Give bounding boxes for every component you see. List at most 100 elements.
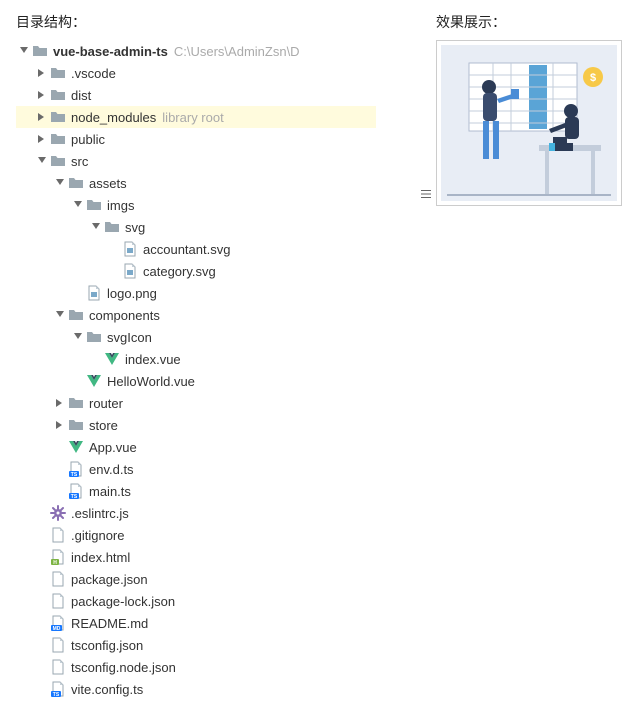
ts-icon (68, 461, 84, 477)
tree-node-label: vue-base-admin-ts (53, 44, 168, 59)
tree-node-env-d-ts[interactable]: env.d.ts (16, 458, 376, 480)
chevron-down-icon[interactable] (54, 309, 66, 321)
file-icon (50, 527, 66, 543)
chevron-down-icon[interactable] (18, 45, 30, 57)
tree-node--vscode[interactable]: .vscode (16, 62, 376, 84)
tree-node-label: category.svg (143, 264, 216, 279)
tree-node--eslintrc-js[interactable]: .eslintrc.js (16, 502, 376, 524)
accountant-illustration: $ (441, 45, 617, 201)
tree-node-label: components (89, 308, 160, 323)
tree-node-assets[interactable]: assets (16, 172, 376, 194)
folder-icon (68, 175, 84, 191)
tree-node-suffix: library root (162, 110, 223, 125)
tree-node-components[interactable]: components (16, 304, 376, 326)
chevron-right-icon[interactable] (54, 419, 66, 431)
folder-icon (86, 329, 102, 345)
tree-node-vite-config-ts[interactable]: vite.config.ts (16, 678, 376, 700)
directory-tree-panel: 目录结构： vue-base-admin-tsC:\Users\AdminZsn… (16, 12, 376, 700)
svg-text:$: $ (590, 72, 596, 84)
tree-node-label: package.json (71, 572, 148, 587)
tree-node-readme-md[interactable]: README.md (16, 612, 376, 634)
html-icon (50, 549, 66, 565)
tree-node-tsconfig-node-json[interactable]: tsconfig.node.json (16, 656, 376, 678)
file-tree: vue-base-admin-ts C:\Users\AdminZsn\D .vsc… (16, 40, 376, 700)
folder-icon (50, 131, 66, 147)
tree-node-label: svgIcon (107, 330, 152, 345)
vue-icon (86, 373, 102, 389)
chevron-down-icon[interactable] (90, 221, 102, 233)
folder-icon (68, 395, 84, 411)
tree-node-label: node_modules (71, 110, 156, 125)
tree-node-label: public (71, 132, 105, 147)
vue-icon (68, 439, 84, 455)
tree-node-label: index.vue (125, 352, 181, 367)
tree-node-label: .eslintrc.js (71, 506, 129, 521)
tree-node-index-html[interactable]: index.html (16, 546, 376, 568)
chevron-right-icon[interactable] (36, 111, 48, 123)
file-img-icon (122, 263, 138, 279)
preview-heading: 效果展示： (436, 12, 636, 32)
tree-node-src[interactable]: src (16, 150, 376, 172)
tree-node-helloworld-vue[interactable]: HelloWorld.vue (16, 370, 376, 392)
preview-panel: 效果展示： $ (436, 12, 636, 700)
folder-icon (68, 417, 84, 433)
tree-node-label: imgs (107, 198, 134, 213)
chevron-right-icon[interactable] (36, 67, 48, 79)
folder-icon (68, 307, 84, 323)
tree-node-label: logo.png (107, 286, 157, 301)
chevron-down-icon[interactable] (36, 155, 48, 167)
preview-image-frame: $ (436, 40, 622, 206)
tree-node-public[interactable]: public (16, 128, 376, 150)
chevron-down-icon[interactable] (72, 331, 84, 343)
chevron-down-icon[interactable] (54, 177, 66, 189)
tree-node-logo-png[interactable]: logo.png (16, 282, 376, 304)
tree-node-label: README.md (71, 616, 148, 631)
tree-node-label: dist (71, 88, 91, 103)
file-icon (50, 637, 66, 653)
tree-node-router[interactable]: router (16, 392, 376, 414)
tree-node-label: svg (125, 220, 145, 235)
tree-node-imgs[interactable]: imgs (16, 194, 376, 216)
tree-node-node-modules[interactable]: node_modules library root (16, 106, 376, 128)
tree-node-svgicon[interactable]: svgIcon (16, 326, 376, 348)
file-icon (50, 571, 66, 587)
vue-icon (104, 351, 120, 367)
tree-node-label: assets (89, 176, 127, 191)
tree-node-store[interactable]: store (16, 414, 376, 436)
tree-node-main-ts[interactable]: main.ts (16, 480, 376, 502)
tree-node-label: env.d.ts (89, 462, 134, 477)
ts-icon (68, 483, 84, 499)
chevron-right-icon[interactable] (54, 397, 66, 409)
md-icon (50, 615, 66, 631)
file-img-icon (86, 285, 102, 301)
chevron-right-icon[interactable] (36, 89, 48, 101)
tree-node-label: router (89, 396, 123, 411)
tree-node-dist[interactable]: dist (16, 84, 376, 106)
tree-node-label: accountant.svg (143, 242, 230, 257)
tree-node-label: .vscode (71, 66, 116, 81)
tree-node-label: package-lock.json (71, 594, 175, 609)
tree-node-app-vue[interactable]: App.vue (16, 436, 376, 458)
tree-node-label: index.html (71, 550, 130, 565)
tree-node-package-json[interactable]: package.json (16, 568, 376, 590)
folder-icon (50, 153, 66, 169)
chevron-down-icon[interactable] (72, 199, 84, 211)
tree-node-svg[interactable]: svg (16, 216, 376, 238)
tree-node-vue-base-admin-ts[interactable]: vue-base-admin-ts C:\Users\AdminZsn\D (16, 40, 376, 62)
tree-node-index-vue[interactable]: index.vue (16, 348, 376, 370)
tree-node--gitignore[interactable]: .gitignore (16, 524, 376, 546)
tree-node-category-svg[interactable]: category.svg (16, 260, 376, 282)
tree-node-suffix: C:\Users\AdminZsn\D (174, 44, 300, 59)
tree-node-label: main.ts (89, 484, 131, 499)
folder-icon (50, 87, 66, 103)
tree-node-package-lock-json[interactable]: package-lock.json (16, 590, 376, 612)
tree-node-label: store (89, 418, 118, 433)
chevron-right-icon[interactable] (36, 133, 48, 145)
tree-node-tsconfig-json[interactable]: tsconfig.json (16, 634, 376, 656)
folder-icon (86, 197, 102, 213)
tree-node-accountant-svg[interactable]: accountant.svg (16, 238, 376, 260)
file-icon (50, 593, 66, 609)
folder-icon (50, 65, 66, 81)
folder-icon (50, 109, 66, 125)
file-icon (50, 659, 66, 675)
